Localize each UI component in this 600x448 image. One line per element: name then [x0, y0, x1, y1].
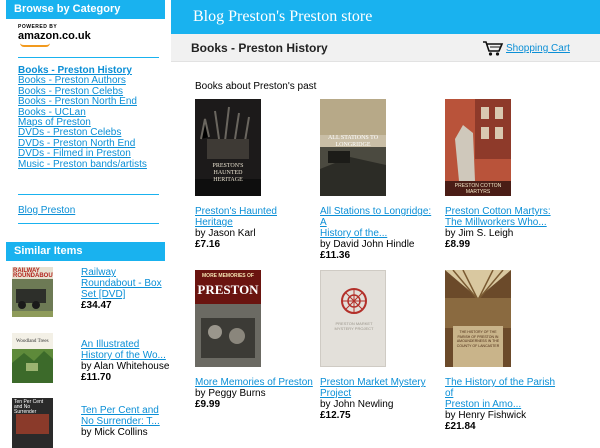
- book-price: £8.99: [445, 239, 471, 250]
- book-item: PRESTON COTTON MARTYRS Preston Cotton Ma…: [445, 99, 563, 250]
- book-cover-text: PRESTON: [197, 282, 259, 297]
- book-title: All Stations to Longridge: A History of …: [320, 206, 438, 239]
- book-author: by Jim S. Leigh: [445, 228, 514, 239]
- similar-item-cover[interactable]: Ten Per Cent and No Surrender: [12, 398, 53, 448]
- similar-item-text: Ten Per Cent and No Surrender: T... by M…: [81, 405, 171, 438]
- divider: [18, 223, 159, 224]
- book-title-link[interactable]: The Millworkers Who...: [445, 217, 563, 228]
- amazon-logo-text: amazon.co.uk: [18, 30, 91, 42]
- similar-item-title[interactable]: Railway: [81, 267, 171, 278]
- similar-item-title[interactable]: Roundabout - Box: [81, 278, 171, 289]
- page-header-bar: Books - Preston History Shopping Cart: [171, 34, 600, 62]
- book-author: by Jason Karl: [195, 228, 256, 239]
- section-intro: Books about Preston's past: [195, 81, 317, 92]
- similar-item-title[interactable]: An Illustrated: [81, 339, 171, 350]
- similar-items-header: Similar Items: [6, 242, 165, 261]
- book-cover[interactable]: MORE MEMORIES OF PRESTON: [195, 270, 261, 367]
- shopping-cart-icon[interactable]: [482, 40, 504, 57]
- similar-item-author: by Alan Whitehouse: [81, 361, 170, 372]
- book-title-link[interactable]: Preston Cotton Martyrs:: [445, 206, 563, 217]
- book-cover[interactable]: PRESTON COTTON MARTYRS: [445, 99, 511, 196]
- site-title: Blog Preston's Preston store: [171, 0, 600, 34]
- book-item: PRESTON'S HAUNTED HERITAGE Preston's Hau…: [195, 99, 313, 250]
- amazon-logo: POWERED BY amazon.co.uk: [18, 24, 98, 47]
- book-author: by David John Hindle: [320, 239, 415, 250]
- book-title: Preston Cotton Martyrs: The Millworkers …: [445, 206, 563, 228]
- similar-item: Woodland Trees An Illustrated History of…: [12, 333, 169, 389]
- similar-item-text: An Illustrated History of the Wo... by A…: [81, 339, 171, 383]
- similar-item-author: by Mick Collins: [81, 427, 148, 438]
- book-title-link[interactable]: History of the...: [320, 228, 438, 239]
- book-price: £9.99: [195, 399, 221, 410]
- book-item: MORE MEMORIES OF PRESTON More Memories o…: [195, 270, 313, 410]
- book-price: £7.16: [195, 239, 221, 250]
- book-title-link[interactable]: Project: [320, 388, 438, 399]
- book-author: by Henry Fishwick: [445, 410, 527, 421]
- book-title: Preston Market Mystery Project: [320, 377, 438, 399]
- book-price: £12.75: [320, 410, 351, 421]
- book-cover[interactable]: PRESTON'S HAUNTED HERITAGE: [195, 99, 261, 196]
- book-item: PRESTON MARKET MYSTERY PROJECT Preston M…: [320, 270, 438, 421]
- book-item: ALL STATIONS TO LONGRIDGE All Stations t…: [320, 99, 438, 261]
- book-title: The History of the Parish of Preston in …: [445, 377, 563, 410]
- similar-item-title[interactable]: Ten Per Cent and: [81, 405, 171, 416]
- similar-item-text: Railway Roundabout - Box Set [DVD] £34.4…: [81, 267, 171, 311]
- similar-item: Ten Per Cent and No Surrender Ten Per Ce…: [12, 398, 162, 448]
- main-content: Blog Preston's Preston store Books - Pre…: [171, 0, 600, 432]
- browse-category-header: Browse by Category: [6, 0, 165, 19]
- book-cover-text: PRESTON COTTON MARTYRS: [454, 183, 502, 195]
- divider: [18, 194, 159, 195]
- book-title-link[interactable]: Preston in Amo...: [445, 399, 563, 410]
- similar-item-title[interactable]: Set [DVD]: [81, 289, 171, 300]
- book-cover-text: THE HISTORY OF THE PARISH OF PRESTON IN …: [456, 330, 500, 348]
- book-price: £11.36: [320, 250, 351, 261]
- similar-item-title[interactable]: No Surrender: T...: [81, 416, 171, 427]
- book-title-link[interactable]: Preston Market Mystery: [320, 377, 438, 388]
- similar-item-cover-text: Ten Per Cent and No Surrender: [14, 399, 44, 415]
- book-author: by Peggy Burns: [195, 388, 266, 399]
- book-cover[interactable]: ALL STATIONS TO LONGRIDGE: [320, 99, 386, 196]
- similar-item-cover-text: RAILWAY ROUNDABOUT: [13, 268, 53, 279]
- divider: [18, 57, 159, 58]
- similar-item: RAILWAY ROUNDABOUT Railway Roundabout - …: [12, 267, 162, 323]
- amazon-smile-icon: [20, 43, 50, 47]
- book-title-link[interactable]: All Stations to Longridge: A: [320, 206, 438, 228]
- book-cover-text: PRESTON'S HAUNTED HERITAGE: [212, 163, 244, 183]
- book-cover[interactable]: THE HISTORY OF THE PARISH OF PRESTON IN …: [445, 270, 511, 367]
- shopping-cart-label[interactable]: Shopping Cart: [506, 43, 570, 54]
- blog-preston-link[interactable]: Blog Preston: [18, 205, 75, 216]
- book-cover-text: ALL STATIONS TO LONGRIDGE: [327, 135, 379, 148]
- book-title-link[interactable]: The History of the Parish of: [445, 377, 563, 399]
- book-title-link[interactable]: Heritage: [195, 217, 313, 228]
- book-title-link[interactable]: Preston's Haunted: [195, 206, 313, 217]
- similar-item-title[interactable]: History of the Wo...: [81, 350, 171, 361]
- similar-item-cover[interactable]: RAILWAY ROUNDABOUT: [12, 267, 53, 317]
- book-title: Preston's Haunted Heritage: [195, 206, 313, 228]
- page-title: Books - Preston History: [191, 41, 328, 55]
- similar-item-cover-text: Woodland Trees: [16, 339, 49, 344]
- similar-item-price: £34.47: [81, 300, 112, 311]
- category-link-music-preston-bands[interactable]: Music - Preston bands/artists: [18, 159, 147, 170]
- book-cover-text: MORE MEMORIES OF: [202, 273, 254, 279]
- similar-item-price: £11.70: [81, 372, 112, 383]
- book-cover[interactable]: PRESTON MARKET MYSTERY PROJECT: [320, 270, 386, 367]
- similar-item-cover[interactable]: Woodland Trees: [12, 333, 53, 383]
- book-title: More Memories of Preston: [195, 377, 313, 388]
- book-item: THE HISTORY OF THE PARISH OF PRESTON IN …: [445, 270, 563, 432]
- book-price: £21.84: [445, 421, 476, 432]
- book-author: by John Newling: [320, 399, 394, 410]
- left-sidebar: Browse by Category POWERED BY amazon.co.…: [6, 0, 169, 448]
- book-cover-text: PRESTON MARKET MYSTERY PROJECT: [334, 321, 374, 331]
- category-list: Books - Preston History Books - Preston …: [18, 65, 147, 170]
- book-title-link[interactable]: More Memories of Preston: [195, 377, 313, 388]
